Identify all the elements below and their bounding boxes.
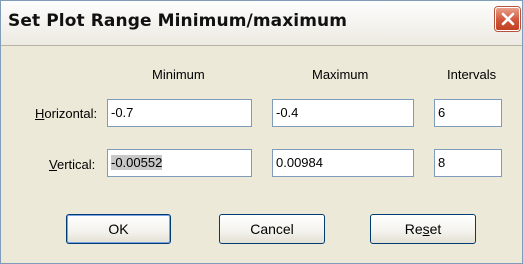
window-title: Set Plot Range Minimum/maximum [8, 11, 348, 31]
vertical-intervals-field[interactable]: 8 [434, 149, 502, 177]
reset-label-hotkey: s [422, 221, 430, 237]
column-header-minimum: Minimum [152, 67, 205, 82]
vertical-label-hotkey: V [49, 157, 57, 172]
horizontal-label: Horizontal: [35, 106, 97, 121]
column-header-maximum: Maximum [312, 67, 369, 82]
vertical-minimum-value: -0.00552 [111, 155, 163, 170]
vertical-label: Vertical: [49, 157, 95, 172]
close-button[interactable] [495, 7, 520, 31]
horizontal-intervals-value: 6 [438, 105, 446, 120]
title-bar[interactable]: Set Plot Range Minimum/maximum [1, 1, 522, 46]
reset-label-post: et [429, 221, 442, 237]
ok-button[interactable]: OK [66, 214, 171, 244]
horizontal-maximum-value: -0.4 [276, 105, 299, 120]
vertical-maximum-field[interactable]: 0.00984 [272, 149, 414, 177]
vertical-minimum-field[interactable]: -0.00552 [107, 149, 252, 177]
horizontal-intervals-field[interactable]: 6 [434, 99, 502, 127]
column-header-intervals: Intervals [447, 67, 497, 82]
reset-button[interactable]: Reset [370, 214, 476, 244]
horizontal-minimum-field[interactable]: -0.7 [107, 99, 252, 127]
horizontal-label-text: orizontal: [44, 106, 98, 121]
vertical-label-text: ertical: [56, 157, 96, 172]
cancel-button[interactable]: Cancel [219, 214, 325, 244]
vertical-maximum-value: 0.00984 [276, 155, 323, 170]
horizontal-label-hotkey: H [35, 106, 45, 121]
reset-label-pre: Re [404, 221, 423, 237]
horizontal-minimum-value: -0.7 [111, 105, 134, 120]
vertical-intervals-value: 8 [438, 155, 446, 170]
horizontal-maximum-field[interactable]: -0.4 [272, 99, 414, 127]
close-icon [501, 12, 515, 26]
dialog-window: Set Plot Range Minimum/maximum Minimum M… [0, 0, 523, 264]
